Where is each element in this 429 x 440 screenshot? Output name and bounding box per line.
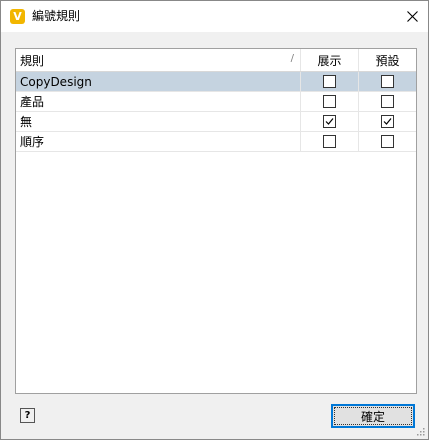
- column-header-show[interactable]: 展示: [300, 49, 358, 71]
- column-header-default[interactable]: 預設: [358, 49, 416, 71]
- show-checkbox[interactable]: [323, 95, 336, 108]
- default-checkbox[interactable]: [381, 75, 394, 88]
- resize-grip-icon[interactable]: [415, 426, 425, 436]
- default-cell: [358, 112, 416, 131]
- rule-name-cell[interactable]: 順序: [16, 132, 300, 151]
- close-button[interactable]: [396, 1, 428, 32]
- rule-name-cell[interactable]: 無: [16, 112, 300, 131]
- table-row[interactable]: CopyDesign: [16, 72, 416, 92]
- close-icon: [406, 11, 418, 22]
- table-row[interactable]: 無: [16, 112, 416, 132]
- sort-indicator-icon: /: [290, 53, 294, 64]
- column-header-show-label: 展示: [317, 53, 342, 68]
- title-bar: V 編號規則: [1, 1, 428, 32]
- show-cell: [300, 132, 358, 151]
- grid-header: 規則 / 展示 預設: [16, 49, 416, 72]
- show-cell: [300, 72, 358, 91]
- default-checkbox[interactable]: [381, 95, 394, 108]
- column-header-rule-label: 規則: [20, 53, 45, 68]
- show-checkbox[interactable]: [323, 115, 336, 128]
- dialog-window: V 編號規則 規則 / 展示 預設 CopyDesign 產品無順序 ? 確定: [0, 0, 429, 440]
- ok-button[interactable]: 確定: [331, 404, 415, 428]
- default-cell: [358, 72, 416, 91]
- show-checkbox[interactable]: [323, 135, 336, 148]
- rule-name: CopyDesign: [20, 74, 92, 89]
- table-row[interactable]: 產品: [16, 92, 416, 112]
- table-row[interactable]: 順序: [16, 132, 416, 152]
- rule-name-cell[interactable]: CopyDesign: [16, 72, 300, 91]
- show-cell: [300, 92, 358, 111]
- window-title: 編號規則: [32, 9, 81, 23]
- help-button[interactable]: ?: [20, 408, 35, 423]
- checkmark-icon: [325, 118, 334, 125]
- default-checkbox[interactable]: [381, 115, 394, 128]
- checkmark-icon: [383, 118, 392, 125]
- default-cell: [358, 132, 416, 151]
- app-logo-icon: V: [10, 9, 25, 24]
- column-header-default-label: 預設: [375, 53, 400, 68]
- rule-name-cell[interactable]: 產品: [16, 92, 300, 111]
- default-checkbox[interactable]: [381, 135, 394, 148]
- rules-grid[interactable]: 規則 / 展示 預設 CopyDesign 產品無順序: [15, 48, 417, 394]
- column-header-rule[interactable]: 規則 /: [16, 49, 300, 71]
- default-cell: [358, 92, 416, 111]
- rule-name: 產品: [20, 95, 45, 109]
- show-checkbox[interactable]: [323, 75, 336, 88]
- rule-name: 無: [20, 115, 33, 129]
- show-cell: [300, 112, 358, 131]
- rule-name: 順序: [20, 135, 45, 149]
